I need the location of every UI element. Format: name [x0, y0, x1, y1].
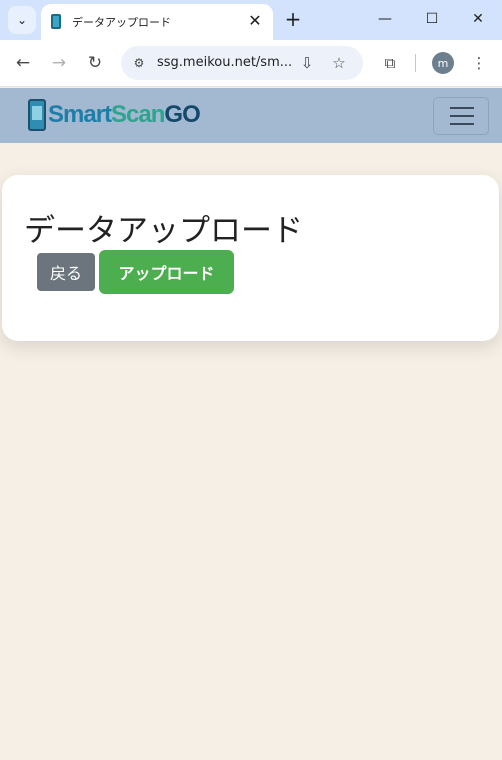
upload-button[interactable]: アップロード [99, 250, 234, 294]
upload-card: データアップロード 戻る アップロード [2, 175, 499, 341]
phone-icon [28, 99, 46, 131]
puzzle-icon[interactable]: ⧉ [377, 50, 403, 76]
profile-avatar[interactable]: m [432, 52, 454, 74]
logo-smart: Smart [48, 101, 112, 128]
reload-icon[interactable]: ↻ [82, 50, 108, 76]
close-icon[interactable]: ✕ [245, 10, 265, 30]
favicon-icon [51, 14, 61, 29]
tab-strip: ⌄ データアップロード ✕ + — ☐ ✕ [0, 0, 502, 40]
back-button[interactable]: 戻る [37, 253, 95, 291]
star-icon[interactable]: ☆ [329, 53, 349, 73]
logo-scan: Scan [111, 101, 165, 128]
site-navbar: SmartScanGO [0, 88, 502, 143]
logo-go: GO [164, 101, 200, 128]
hamburger-icon-line [450, 123, 474, 125]
browser-tab[interactable]: データアップロード ✕ [41, 4, 273, 40]
url-text[interactable]: ssg.meikou.net/sm... [157, 55, 292, 70]
hamburger-icon-line [450, 115, 474, 117]
browser-toolbar: ← → ↻ ⚙ ssg.meikou.net/sm... ⇩ ☆ ⧉ m ⋮ [0, 40, 502, 87]
toolbar-divider [415, 54, 416, 72]
plus-icon[interactable]: + [282, 7, 304, 31]
menu-toggle-button[interactable] [433, 97, 489, 135]
tab-search-button[interactable]: ⌄ [8, 6, 36, 34]
smartscango-logo[interactable]: SmartScanGO [28, 98, 201, 132]
hamburger-icon [450, 107, 474, 109]
install-icon[interactable]: ⇩ [297, 53, 317, 73]
page-title: データアップロード [24, 213, 303, 249]
address-bar[interactable]: ⚙ ssg.meikou.net/sm... ⇩ ☆ [121, 46, 363, 80]
maximize-icon[interactable]: ☐ [417, 6, 447, 32]
chevron-down-icon: ⌄ [16, 13, 28, 27]
minimize-icon[interactable]: — [370, 6, 400, 32]
tab-title: データアップロード [72, 16, 171, 29]
window-close-icon[interactable]: ✕ [463, 6, 493, 32]
arrow-right-icon[interactable]: → [46, 50, 72, 76]
kebab-icon[interactable]: ⋮ [466, 50, 492, 76]
tune-icon[interactable]: ⚙ [130, 54, 148, 72]
arrow-left-icon[interactable]: ← [10, 50, 36, 76]
logo-text: SmartScanGO [48, 101, 201, 129]
